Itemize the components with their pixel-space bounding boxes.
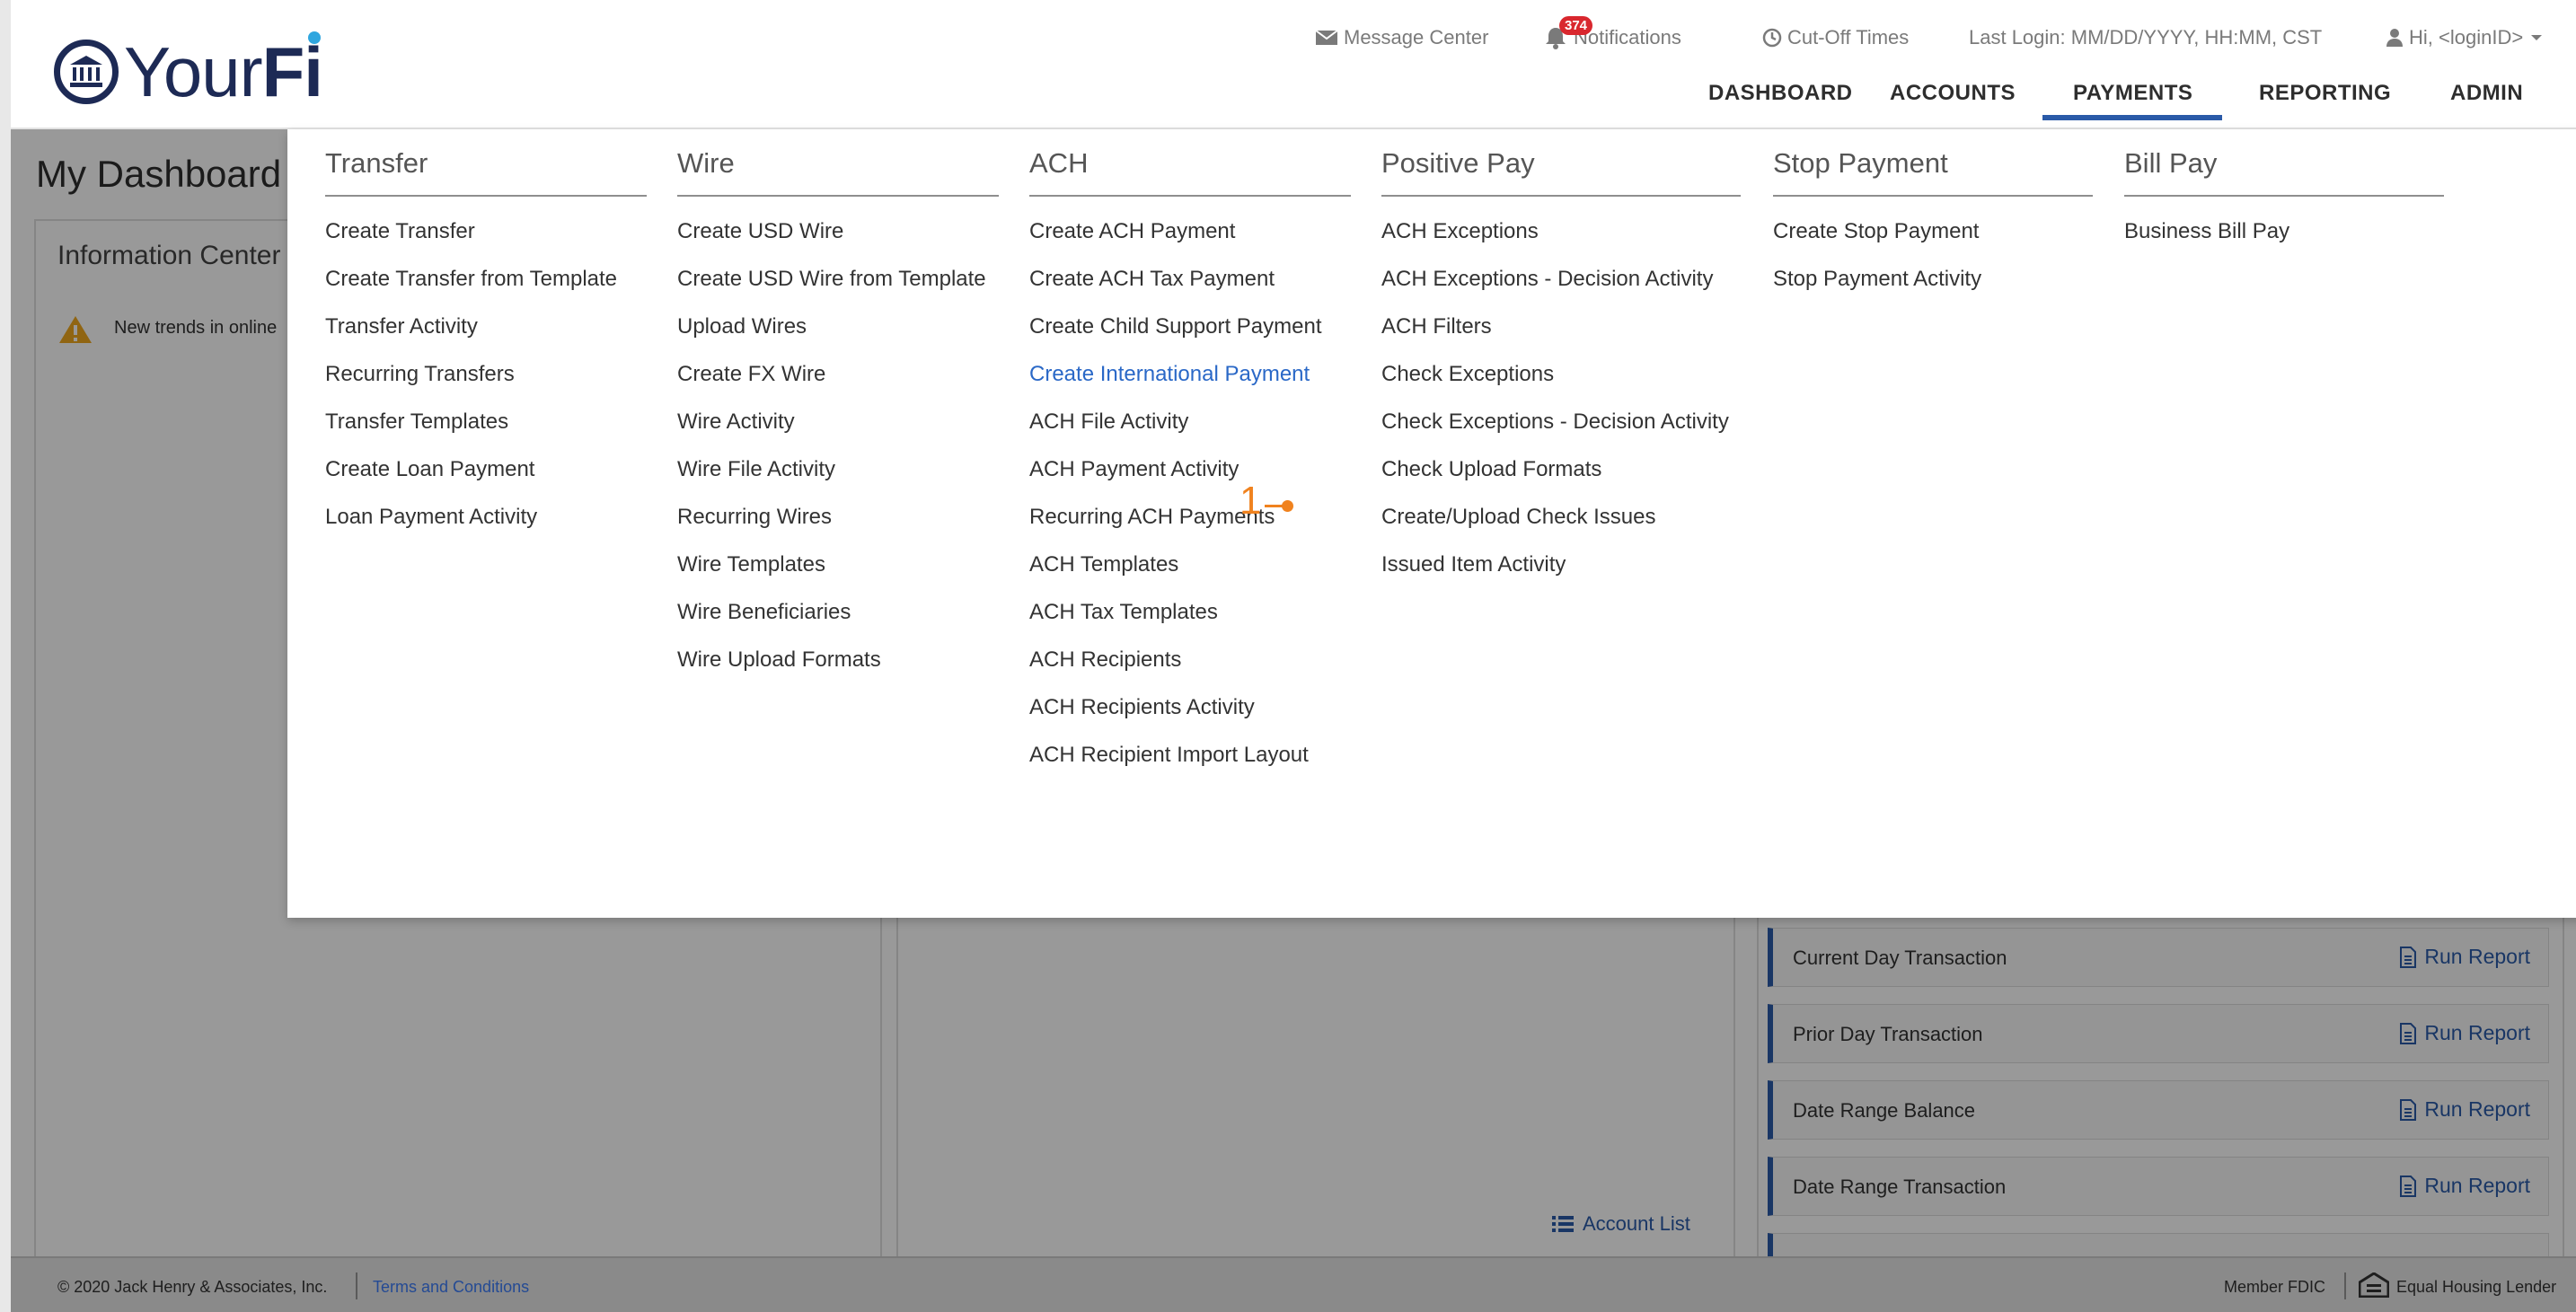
menu-item[interactable]: ACH Filters [1381,314,1492,339]
footer-divider [2344,1272,2346,1299]
menu-item[interactable]: ACH Recipient Import Layout [1029,743,1309,768]
logo-text-bold: Fi [261,32,323,111]
logo-dot [307,31,321,44]
menu-item[interactable]: ACH Exceptions [1381,219,1539,244]
nav-admin[interactable]: ADMIN [2450,81,2523,106]
menu-item[interactable]: ACH Payment Activity [1029,457,1239,482]
menu-divider [2124,195,2444,197]
copyright-text: © 2020 Jack Henry & Associates, Inc. [57,1278,328,1296]
menu-item[interactable]: Create ACH Payment [1029,219,1235,244]
menu-divider [1381,195,1741,197]
menu-item[interactable]: Create Transfer from Template [325,267,617,292]
page: My Dashboard Information Center New tren… [11,0,2576,1312]
last-login-text: Last Login: MM/DD/YYYY, HH:MM, CST [1969,26,2323,48]
menu-item[interactable]: ACH Exceptions - Decision Activity [1381,267,1713,292]
menu-heading-stop-payment: Stop Payment [1773,147,1948,179]
logo-text-regular: Your [124,32,263,111]
menu-item[interactable]: Wire Upload Formats [677,647,881,673]
menu-item[interactable]: Create Loan Payment [325,457,534,482]
menu-heading-wire: Wire [677,147,735,179]
nav-accounts[interactable]: ACCOUNTS [1890,81,2016,106]
callout-dot [1282,500,1293,512]
menu-item[interactable]: Create Child Support Payment [1029,314,1322,339]
menu-divider [1029,195,1351,197]
menu-item[interactable]: Recurring Wires [677,505,832,530]
menu-item[interactable]: Create Stop Payment [1773,219,1979,244]
menu-item[interactable]: Wire Activity [677,409,795,435]
menu-heading-transfer: Transfer [325,147,428,179]
active-nav-indicator [2042,115,2222,120]
nav-dashboard[interactable]: DASHBOARD [1708,81,1853,106]
cutoff-times-link[interactable]: Cut-Off Times [1762,25,1909,50]
menu-item-create-international-payment[interactable]: Create International Payment [1029,362,1310,387]
menu-divider [325,195,647,197]
callout-number: 1 [1239,479,1262,523]
menu-heading-positive-pay: Positive Pay [1381,147,1535,179]
notifications-badge: 374 [1559,16,1593,35]
envelope-icon [1315,30,1338,45]
equal-housing-icon [2359,1272,2389,1298]
clock-icon [1762,28,1782,48]
menu-divider [677,195,999,197]
menu-item[interactable]: Recurring Transfers [325,362,515,387]
menu-item[interactable]: ACH Recipients Activity [1029,695,1255,720]
menu-item[interactable]: Business Bill Pay [2124,219,2289,244]
menu-item[interactable]: Transfer Activity [325,314,478,339]
message-center-link[interactable]: Message Center [1315,25,1488,50]
menu-divider [1773,195,2093,197]
header: YourFi Message Center Notifications 374 … [11,0,2576,129]
menu-heading-bill-pay: Bill Pay [2124,147,2218,179]
payments-mega-menu: Transfer Create Transfer Create Transfer… [287,129,2576,918]
terms-link[interactable]: Terms and Conditions [373,1278,529,1297]
footer: © 2020 Jack Henry & Associates, Inc. Ter… [11,1256,2576,1312]
nav-payments[interactable]: PAYMENTS [2073,81,2192,106]
menu-item[interactable]: Upload Wires [677,314,807,339]
chevron-down-icon [2531,35,2543,40]
menu-item[interactable]: Create/Upload Check Issues [1381,505,1655,530]
menu-item[interactable]: Create Transfer [325,219,475,244]
menu-item[interactable]: Stop Payment Activity [1773,267,1981,292]
menu-item[interactable]: Loan Payment Activity [325,505,537,530]
menu-item[interactable]: Wire Templates [677,552,825,577]
menu-item[interactable]: ACH Tax Templates [1029,600,1218,625]
menu-item[interactable]: ACH Templates [1029,552,1178,577]
member-fdic-text: Member FDIC [2224,1278,2326,1296]
menu-item[interactable]: Create ACH Tax Payment [1029,267,1275,292]
menu-item[interactable]: ACH Recipients [1029,647,1181,673]
cutoff-times-label: Cut-Off Times [1787,26,1910,48]
user-menu[interactable]: Hi, <loginID> [2386,25,2548,50]
logo-text: YourFi [124,31,323,107]
equal-housing-text: Equal Housing Lender [2396,1278,2557,1296]
menu-item[interactable]: Transfer Templates [325,409,508,435]
left-edge [0,0,11,1312]
menu-item[interactable]: Check Exceptions [1381,362,1554,387]
menu-item[interactable]: Recurring ACH Payments [1029,505,1275,530]
menu-item[interactable]: Create USD Wire from Template [677,267,986,292]
nav-reporting[interactable]: REPORTING [2259,81,2391,106]
footer-divider [356,1272,357,1299]
menu-item[interactable]: Wire Beneficiaries [677,600,851,625]
menu-item[interactable]: Issued Item Activity [1381,552,1566,577]
menu-item[interactable]: ACH File Activity [1029,409,1188,435]
bank-icon [54,40,119,104]
message-center-label: Message Center [1344,26,1489,48]
logo[interactable]: YourFi [54,29,323,115]
menu-item[interactable]: Check Exceptions - Decision Activity [1381,409,1729,435]
menu-item[interactable]: Create USD Wire [677,219,843,244]
menu-item[interactable]: Wire File Activity [677,457,835,482]
user-icon [2386,29,2403,47]
menu-heading-ach: ACH [1029,147,1089,179]
menu-item[interactable]: Create FX Wire [677,362,825,387]
user-greeting: Hi, <loginID> [2409,26,2524,48]
menu-item[interactable]: Check Upload Formats [1381,457,1601,482]
